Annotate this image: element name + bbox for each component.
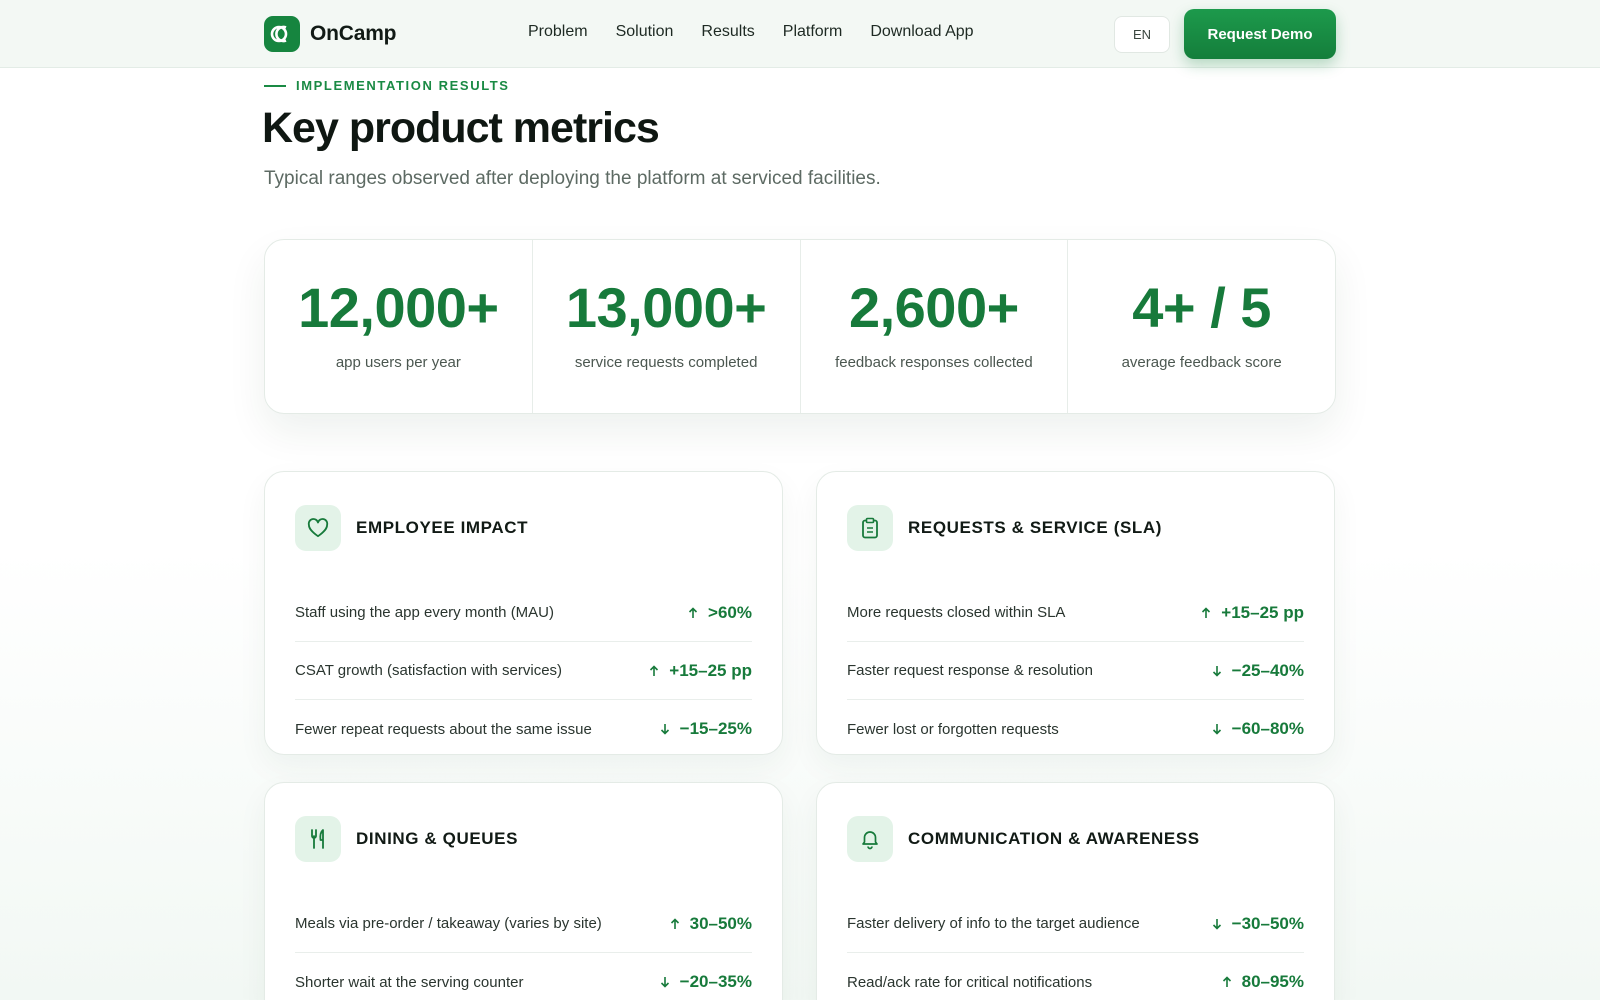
- card-title: DINING & QUEUES: [356, 829, 519, 848]
- metric-row: Meals via pre-order / takeaway (varies b…: [295, 895, 752, 953]
- metric-label: Fewer lost or forgotten requests: [847, 720, 1059, 738]
- metric-label: CSAT growth (satisfaction with services): [295, 662, 563, 679]
- metric-row: Staff using the app every month (MAU) >6…: [295, 584, 752, 642]
- metric-value: −60–80%: [1231, 719, 1304, 738]
- stat-app-users: 12,000+ app users per year: [265, 240, 533, 413]
- utensils-icon: [295, 816, 341, 862]
- metric-row: Fewer lost or forgotten requests −60–80%: [847, 700, 1304, 758]
- card-title: REQUESTS & SERVICE (SLA): [908, 518, 1163, 537]
- metric-value: 30–50%: [689, 913, 752, 933]
- top-navigation: OnCamp Problem Solution Results Platform…: [0, 0, 1600, 68]
- metric-value: −20–35%: [679, 972, 752, 991]
- arrow-up-icon: [688, 606, 698, 618]
- nav-link-platform[interactable]: Platform: [783, 23, 843, 41]
- metric-value-group: −20–35%: [660, 972, 752, 992]
- arrow-up-icon: [1222, 976, 1231, 987]
- nav-link-solution[interactable]: Solution: [616, 23, 674, 41]
- metric-row: CSAT growth (satisfaction with services)…: [295, 642, 752, 700]
- metric-value-group: −60–80%: [1212, 719, 1304, 739]
- metric-label: Shorter wait at the serving counter: [295, 973, 524, 991]
- card-header: DINING & QUEUES: [295, 783, 752, 895]
- metric-value: −30–50%: [1231, 913, 1304, 933]
- metric-value: +15–25 pp: [669, 660, 752, 680]
- metric-label: More requests closed within SLA: [847, 604, 1066, 621]
- metric-value-group: 80–95%: [1222, 972, 1304, 992]
- stat-label: service requests completed: [574, 354, 758, 371]
- card-header: COMMUNICATION & AWARENESS: [847, 783, 1304, 895]
- page-subtitle: Typical ranges observed after deploying …: [264, 168, 881, 189]
- arrow-up-icon: [670, 917, 679, 929]
- card-header: REQUESTS & SERVICE (SLA): [847, 472, 1304, 584]
- stat-label: app users per year: [335, 354, 461, 371]
- metric-value-group: −15–25%: [660, 719, 752, 739]
- card-communication-awareness: COMMUNICATION & AWARENESS Faster deliver…: [816, 782, 1335, 1000]
- metric-value-group: >60%: [688, 603, 752, 623]
- stats-panel: 12,000+ app users per year 13,000+ servi…: [264, 239, 1336, 414]
- metric-value-group: −30–50%: [1212, 914, 1304, 934]
- language-selector[interactable]: EN: [1114, 16, 1170, 53]
- metric-value: −15–25%: [679, 719, 752, 738]
- metric-label: Meals via pre-order / takeaway (varies b…: [295, 915, 602, 932]
- oncamp-logo-icon: [264, 16, 300, 52]
- clipboard-icon: [847, 505, 893, 551]
- brand-name: OnCamp: [310, 22, 397, 45]
- metric-value-group: +15–25 pp: [1201, 603, 1304, 623]
- arrow-up-icon: [1202, 606, 1211, 618]
- stat-value: 13,000+: [565, 276, 767, 339]
- metric-label: Staff using the app every month (MAU): [295, 604, 555, 621]
- metric-label: Read/ack rate for critical notifications: [847, 973, 1093, 991]
- stat-feedback-responses: 2,600+ feedback responses collected: [801, 240, 1069, 413]
- arrow-down-icon: [660, 724, 669, 735]
- card-dining-queues: DINING & QUEUES Meals via pre-order / ta…: [264, 782, 783, 1000]
- page-title: Key product metrics: [262, 104, 660, 152]
- metric-value-group: −25–40%: [1212, 661, 1304, 681]
- heart-icon: [295, 505, 341, 551]
- stat-label: feedback responses collected: [835, 354, 1033, 371]
- arrow-down-icon: [1212, 724, 1221, 735]
- stat-service-requests: 13,000+ service requests completed: [533, 240, 801, 413]
- stat-label: average feedback score: [1121, 354, 1282, 371]
- card-title: EMPLOYEE IMPACT: [356, 518, 529, 537]
- metric-label: Faster delivery of info to the target au…: [847, 915, 1140, 932]
- arrow-down-icon: [660, 977, 669, 988]
- metric-label: Faster request response & resolution: [847, 662, 1093, 679]
- eyebrow-text: IMPLEMENTATION RESULTS: [296, 78, 510, 93]
- arrow-up-icon: [650, 664, 659, 676]
- request-demo-button[interactable]: Request Demo: [1184, 9, 1336, 59]
- metric-value-group: 30–50%: [670, 914, 752, 934]
- arrow-down-icon: [1212, 665, 1221, 677]
- stat-value: 4+ / 5: [1132, 276, 1271, 339]
- stat-value: 2,600+: [848, 276, 1019, 339]
- metric-value: +15–25 pp: [1221, 602, 1304, 622]
- nav-link-problem[interactable]: Problem: [528, 23, 588, 41]
- section-eyebrow: IMPLEMENTATION RESULTS: [264, 78, 510, 93]
- main-menu: Problem Solution Results Platform Downlo…: [528, 23, 974, 41]
- metric-row: Faster request response & resolution −25…: [847, 642, 1304, 700]
- card-requests-service: REQUESTS & SERVICE (SLA) More requests c…: [816, 471, 1335, 755]
- metric-row: Fewer repeat requests about the same iss…: [295, 700, 752, 758]
- metric-label: Fewer repeat requests about the same iss…: [295, 720, 592, 738]
- metric-row: More requests closed within SLA +15–25 p…: [847, 584, 1304, 642]
- card-employee-impact: EMPLOYEE IMPACT Staff using the app ever…: [264, 471, 783, 755]
- brand[interactable]: OnCamp: [264, 16, 397, 52]
- metric-row: Faster delivery of info to the target au…: [847, 895, 1304, 953]
- bell-icon: [847, 816, 893, 862]
- eyebrow-line: [264, 84, 286, 87]
- arrow-down-icon: [1212, 918, 1221, 930]
- stat-value: 12,000+: [298, 276, 499, 339]
- metric-value: >60%: [708, 602, 752, 622]
- metric-row: Read/ack rate for critical notifications…: [847, 953, 1304, 1000]
- metric-value: 80–95%: [1241, 972, 1304, 991]
- nav-link-download-app[interactable]: Download App: [870, 23, 973, 41]
- nav-link-results[interactable]: Results: [701, 23, 754, 41]
- metric-row: Shorter wait at the serving counter −20–…: [295, 953, 752, 1000]
- metric-value: −25–40%: [1231, 660, 1304, 680]
- card-title: COMMUNICATION & AWARENESS: [908, 829, 1200, 848]
- metric-value-group: +15–25 pp: [649, 661, 752, 681]
- stat-feedback-score: 4+ / 5 average feedback score: [1068, 240, 1335, 413]
- card-header: EMPLOYEE IMPACT: [295, 472, 752, 584]
